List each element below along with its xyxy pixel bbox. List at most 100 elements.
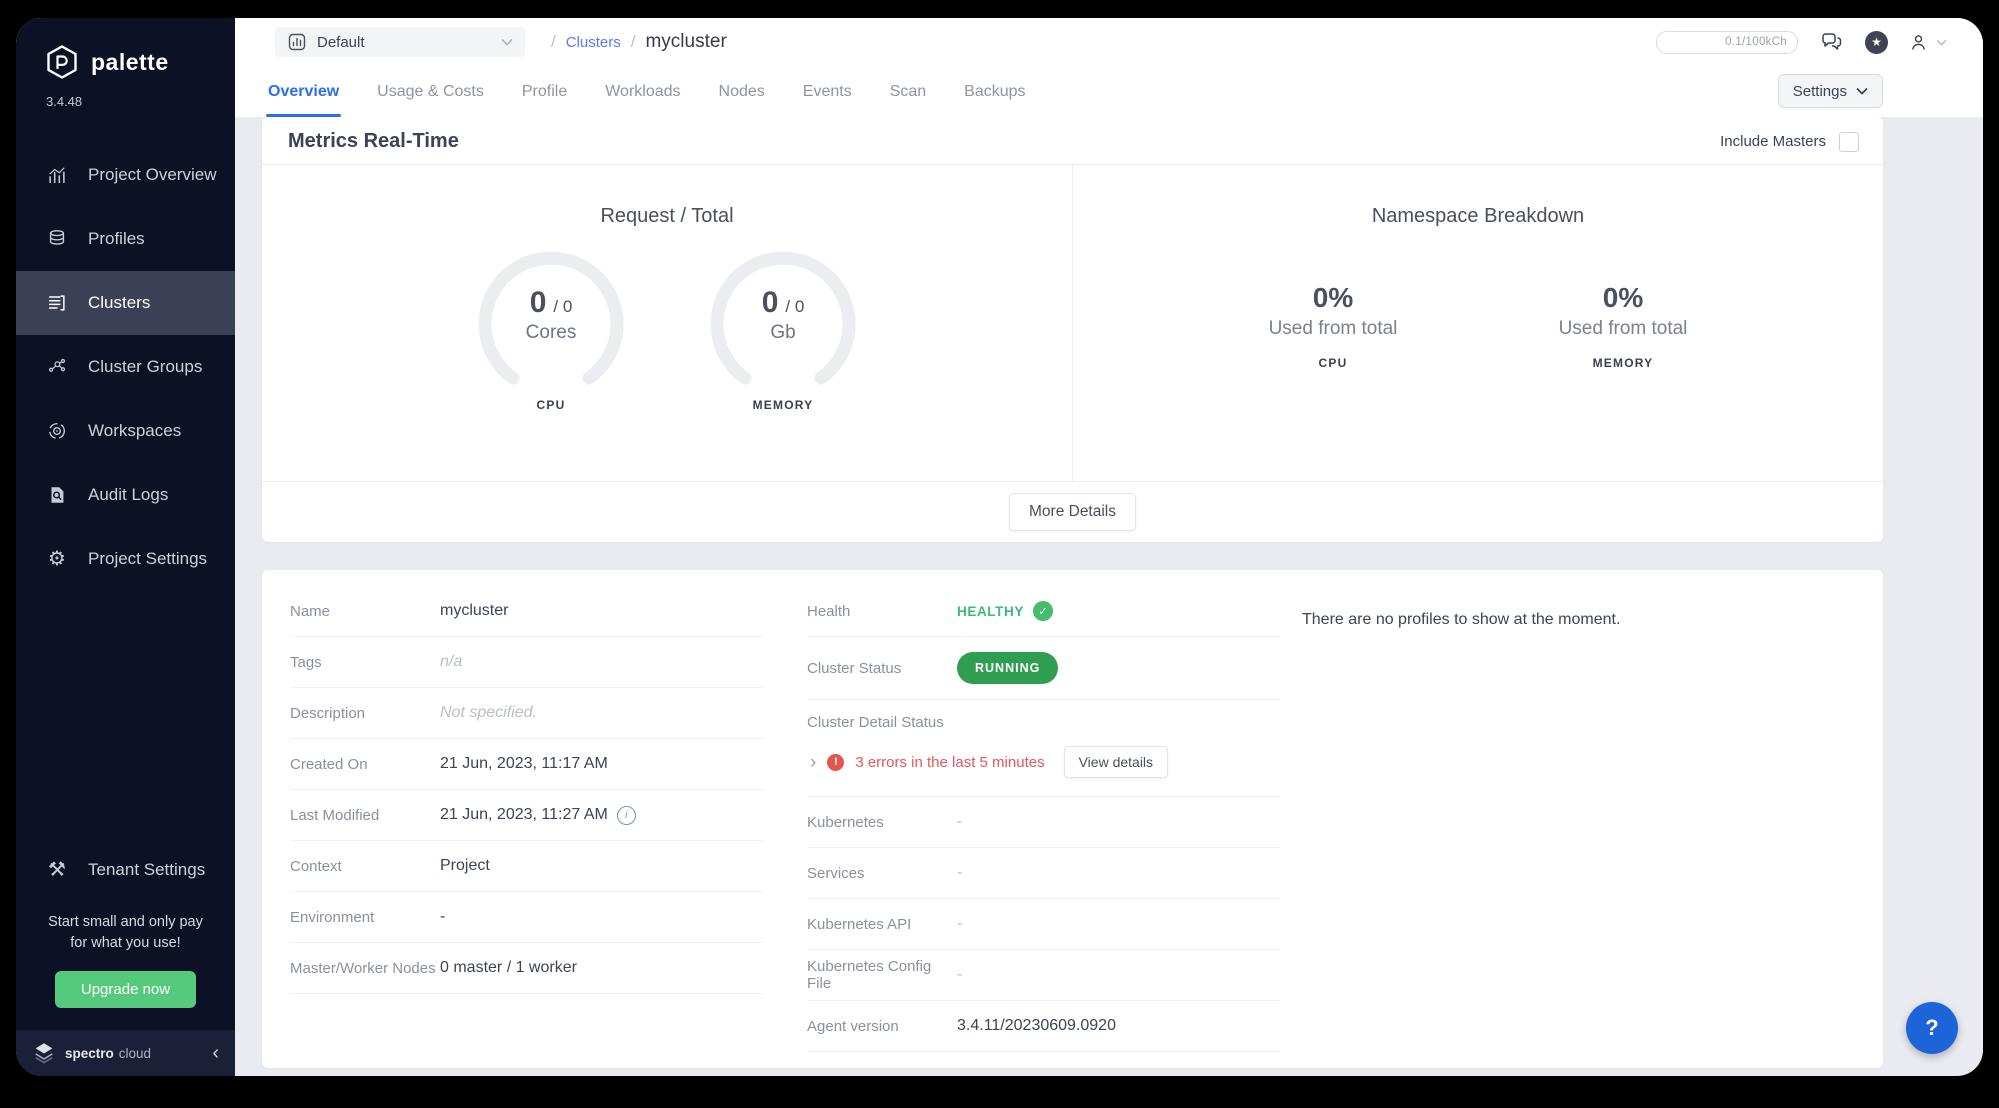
memory-gauge-value: 0 [762,286,779,320]
profiles-panel: There are no profiles to show at the mom… [1302,586,1883,1068]
cpu-gauge: 0 / 0 Cores CPU [471,250,631,414]
sidebar-item-profiles[interactable]: Profiles [16,207,235,271]
include-masters-checkbox[interactable] [1839,132,1859,152]
namespace-memory-kind: MEMORY [1523,356,1723,370]
breadcrumb-current: mycluster [645,31,726,53]
cpu-gauge-unit: Cores [526,322,577,344]
sidebar-item-project-overview[interactable]: Project Overview [16,143,235,207]
error-icon: ! [827,754,844,771]
tab-usage-costs[interactable]: Usage & Costs [375,66,486,117]
cpu-gauge-value: 0 [530,286,547,320]
chevron-down-icon [1936,39,1947,46]
upgrade-button[interactable]: Upgrade now [55,971,196,1008]
network-nodes-icon [45,355,69,379]
detail-row-tags: Tags n/a [290,637,763,688]
tab-nodes[interactable]: Nodes [717,66,767,117]
chat-icon[interactable] [1818,30,1845,54]
metrics-card: Metrics Real-Time Include Masters Reques… [262,117,1883,542]
request-total-title: Request / Total [262,205,1072,228]
detail-row-kubernetes: Kubernetes - [807,797,1280,848]
layers-stack-icon [45,227,69,251]
detail-row-environment: Environment - [290,892,763,943]
breadcrumb-separator: / [631,32,636,52]
sidebar-item-project-settings[interactable]: ⚙ Project Settings [16,527,235,591]
gear-icon: ⚙ [45,547,69,571]
tab-overview[interactable]: Overview [266,66,341,117]
upgrade-promo: Start small and only pay for what you us… [16,902,235,1031]
topbar-right: 0.1/100kCh ★ [1656,30,1947,54]
request-total-panel: Request / Total 0 / 0 [262,165,1073,481]
sidebar-item-tenant-settings[interactable]: ⚒ Tenant Settings [16,838,235,902]
cluster-details-card: Name mycluster Tags n/a Description Not … [262,570,1883,1068]
info-icon[interactable]: i [617,806,636,825]
help-button[interactable]: ? [1906,1002,1958,1054]
tab-profile[interactable]: Profile [520,66,569,117]
main-area: Default / Clusters / mycluster 0.1/100kC… [235,18,1983,1076]
app-version: 3.4.48 [16,94,235,109]
sidebar-item-label: Workspaces [88,421,181,441]
namespace-cpu-stat: 0% Used from total CPU [1233,282,1433,370]
tab-backups[interactable]: Backups [962,66,1027,117]
namespace-title: Namespace Breakdown [1073,205,1883,228]
namespace-memory-percent: 0% [1523,282,1723,314]
breadcrumb-clusters-link[interactable]: Clusters [566,34,621,51]
sidebar-item-label: Project Overview [88,165,216,185]
spectro-cloud-logo-icon [32,1041,56,1065]
sidebar-spacer [16,591,235,838]
detail-row-context: Context Project [290,841,763,892]
tab-events[interactable]: Events [801,66,854,117]
tab-scan[interactable]: Scan [888,66,928,117]
brand: palette [16,18,235,80]
sidebar-item-cluster-groups[interactable]: Cluster Groups [16,335,235,399]
cluster-list-icon [45,291,69,315]
sidebar-item-workspaces[interactable]: Workspaces [16,399,235,463]
memory-gauge-total: / 0 [785,297,804,317]
sidebar-item-label: Clusters [88,293,150,313]
document-search-icon [45,483,69,507]
sidebar-footer: spectro cloud ‹ [16,1030,235,1076]
usage-meter[interactable]: 0.1/100kCh [1656,31,1798,54]
detail-row-kubernetes-api: Kubernetes API - [807,899,1280,950]
star-badge-icon[interactable]: ★ [1865,31,1888,54]
tabs: Overview Usage & Costs Profile Workloads… [266,66,1028,117]
error-summary: 3 errors in the last 5 minutes [855,754,1044,771]
tab-workloads[interactable]: Workloads [603,66,682,117]
memory-gauge-caption: MEMORY [703,398,863,412]
expand-chevron-icon[interactable]: › [810,753,816,772]
sidebar-item-clusters[interactable]: Clusters [16,271,235,335]
detail-row-kubeconfig: Kubernetes Config File - [807,950,1280,1001]
namespace-cpu-percent: 0% [1233,282,1433,314]
details-middle-column: Health HEALTHY ✓ Cluster Status RUNNING … [785,586,1302,1068]
include-masters-label: Include Masters [1720,133,1826,150]
top-bar: Default / Clusters / mycluster 0.1/100kC… [235,18,1983,66]
include-masters: Include Masters [1720,132,1859,152]
settings-button[interactable]: Settings [1778,74,1883,108]
sidebar-nav: Project Overview Profiles [16,143,235,591]
breadcrumb-separator: / [551,32,556,52]
project-selector[interactable]: Default [275,27,525,57]
detail-row-description: Description Not specified. [290,688,763,739]
sidebar-item-audit-logs[interactable]: Audit Logs [16,463,235,527]
tools-icon: ⚒ [45,858,69,882]
memory-gauge-unit: Gb [770,322,795,344]
breadcrumb: / Clusters / mycluster [551,31,727,53]
tabs-bar: Overview Usage & Costs Profile Workloads… [235,66,1983,117]
detail-row-cluster-detail-status: Cluster Detail Status › ! 3 errors in th… [807,700,1280,797]
mini-chart-icon [287,32,307,52]
footer-brand-2: cloud [119,1046,151,1061]
memory-gauge: 0 / 0 Gb MEMORY [703,250,863,414]
user-icon [1908,31,1929,53]
no-profiles-message: There are no profiles to show at the mom… [1302,611,1620,628]
cpu-gauge-caption: CPU [471,398,631,412]
sidebar-item-label: Tenant Settings [88,860,205,880]
more-details-button[interactable]: More Details [1009,493,1136,531]
user-menu[interactable] [1908,31,1947,53]
health-status-text: HEALTHY [957,604,1024,619]
detail-row-services: Services - [807,848,1280,899]
metrics-title: Metrics Real-Time [288,130,459,153]
collapse-sidebar-button[interactable]: ‹ [212,1043,219,1063]
view-details-button[interactable]: View details [1064,746,1168,778]
chevron-down-icon [501,38,513,46]
project-selector-value: Default [317,34,365,51]
palette-logo-icon [44,44,80,80]
